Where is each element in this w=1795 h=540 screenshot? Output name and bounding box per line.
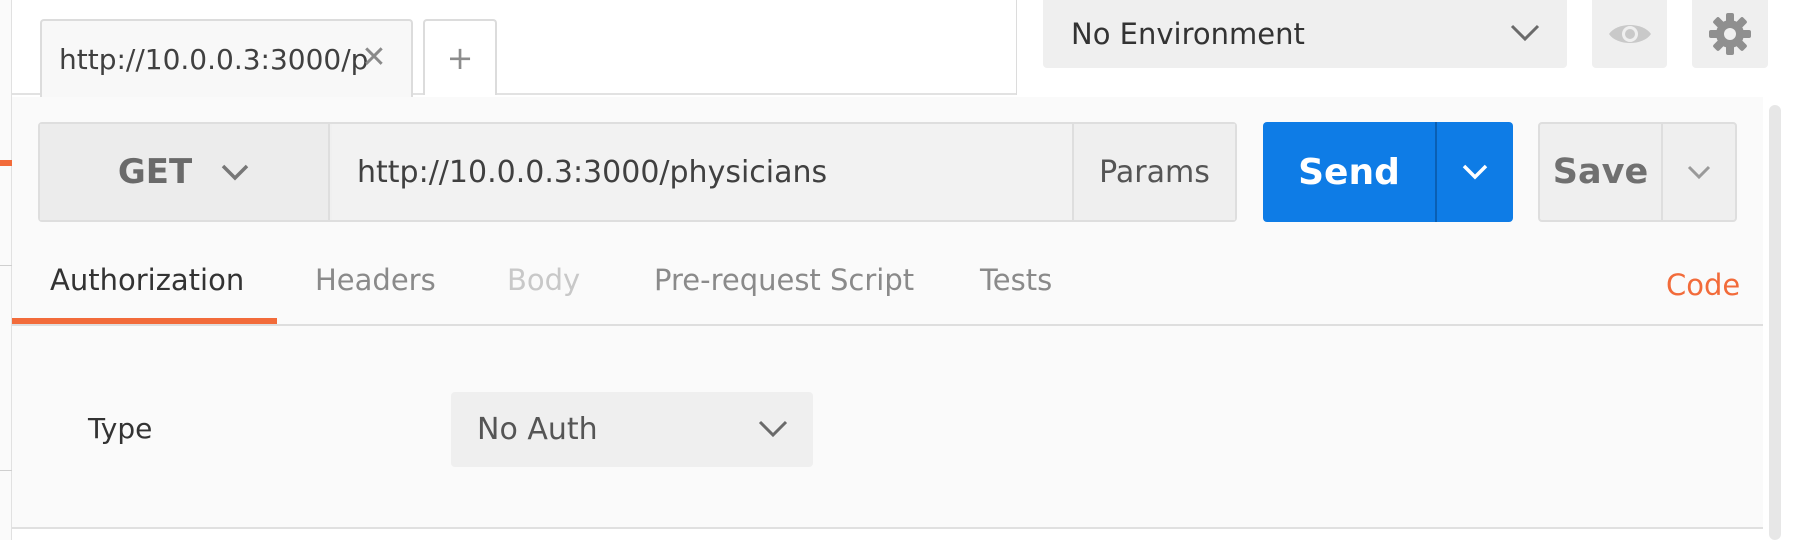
send-button-group: Send: [1263, 122, 1513, 222]
request-tab[interactable]: http://10.0.0.3:3000/p ✕: [40, 19, 413, 97]
new-tab-button[interactable]: +: [423, 19, 497, 95]
scrollbar-thumb[interactable]: [1769, 105, 1781, 540]
tab-body[interactable]: Body: [507, 263, 580, 297]
request-section-tabs: Authorization Headers Body Pre-request S…: [12, 255, 1763, 326]
header-divider: [1016, 0, 1017, 95]
active-tab-indicator: [12, 318, 277, 324]
chevron-down-icon: [1462, 164, 1488, 180]
plus-icon: +: [446, 39, 474, 77]
sidebar-selection-marker: [0, 160, 12, 166]
close-icon[interactable]: ✕: [359, 43, 389, 73]
send-button[interactable]: Send: [1263, 122, 1435, 222]
request-tab-label: http://10.0.0.3:3000/p: [59, 42, 369, 76]
url-bar: GET Params: [38, 122, 1237, 222]
save-options-button[interactable]: [1661, 124, 1735, 220]
params-button[interactable]: Params: [1072, 124, 1235, 220]
generate-code-link[interactable]: Code: [1666, 268, 1740, 302]
environment-select-value: No Environment: [1071, 17, 1305, 51]
url-input[interactable]: [332, 124, 1072, 220]
section-divider: [12, 527, 1763, 529]
send-options-button[interactable]: [1435, 122, 1513, 222]
environment-select[interactable]: No Environment: [1043, 0, 1567, 68]
save-button-group: Save: [1538, 122, 1737, 222]
chevron-down-icon: [1510, 24, 1540, 42]
postman-window: http://10.0.0.3:3000/p ✕ + No Environmen…: [0, 0, 1795, 540]
request-tab-bar: http://10.0.0.3:3000/p ✕ +: [12, 0, 1017, 97]
chevron-down-icon: [758, 420, 788, 438]
auth-type-select[interactable]: No Auth: [451, 392, 813, 467]
tab-pre-request-script[interactable]: Pre-request Script: [654, 263, 914, 297]
method-select-value: GET: [117, 152, 193, 192]
chevron-down-icon: [221, 164, 249, 181]
tab-tests[interactable]: Tests: [980, 263, 1052, 297]
sidebar-edge: [0, 0, 12, 540]
environment-quick-look-button[interactable]: [1592, 0, 1667, 68]
tab-headers[interactable]: Headers: [315, 263, 436, 297]
sidebar-divider: [0, 265, 12, 266]
auth-type-label: Type: [88, 412, 153, 445]
settings-button[interactable]: [1692, 0, 1768, 68]
eye-icon: [1608, 25, 1651, 43]
save-button[interactable]: Save: [1540, 124, 1661, 220]
method-select[interactable]: GET: [40, 124, 330, 220]
auth-type-select-value: No Auth: [477, 412, 598, 447]
gear-icon: [1709, 13, 1751, 55]
tab-authorization[interactable]: Authorization: [50, 263, 244, 297]
chevron-down-icon: [1687, 165, 1711, 180]
sidebar-divider: [0, 470, 12, 471]
